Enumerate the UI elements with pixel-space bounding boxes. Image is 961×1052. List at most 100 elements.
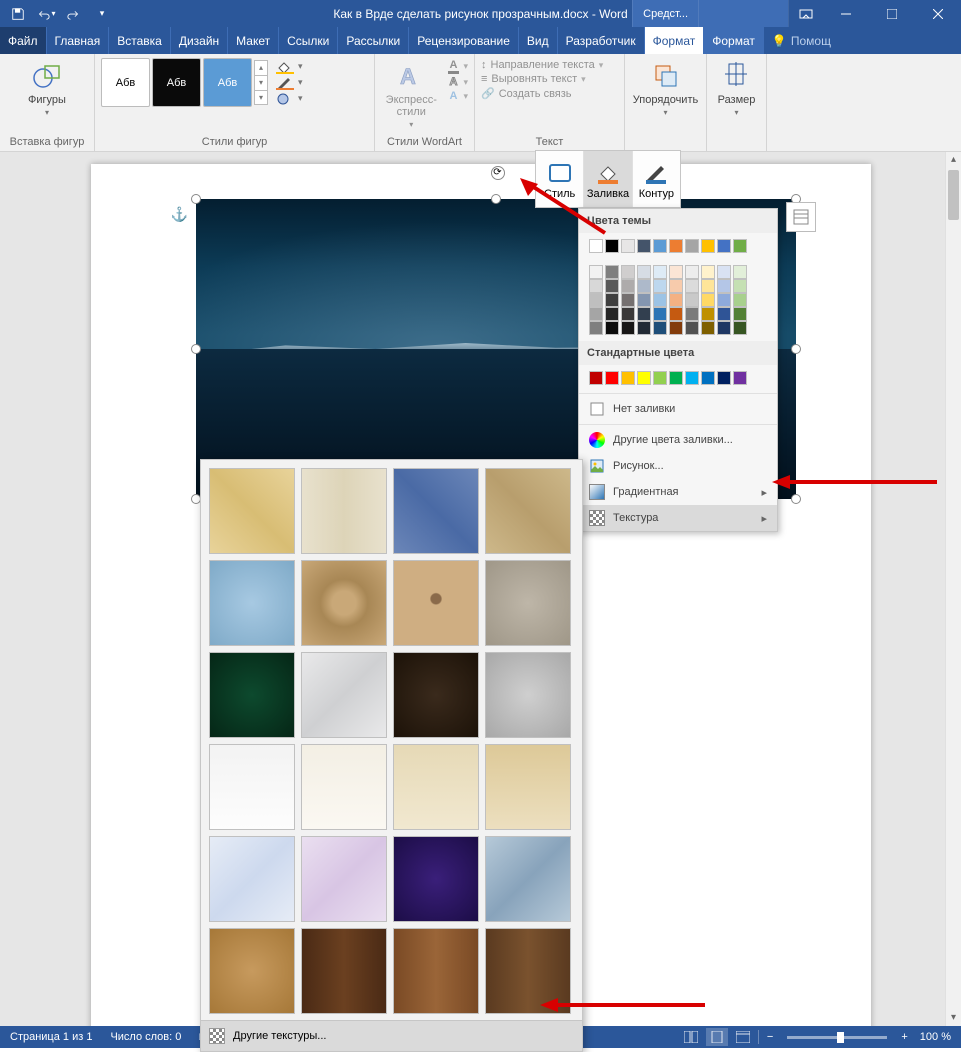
color-swatch[interactable]: [701, 321, 715, 335]
color-swatch[interactable]: [621, 371, 635, 385]
color-swatch[interactable]: [621, 265, 635, 279]
color-swatch[interactable]: [605, 321, 619, 335]
color-swatch[interactable]: [701, 279, 715, 293]
color-swatch[interactable]: [589, 307, 603, 321]
shape-style-2[interactable]: Абв: [152, 58, 201, 107]
color-swatch[interactable]: [637, 239, 651, 253]
color-swatch[interactable]: [653, 293, 667, 307]
mini-outline-button[interactable]: Контур: [633, 151, 680, 207]
tab-insert[interactable]: Вставка: [109, 27, 171, 54]
color-swatch[interactable]: [717, 307, 731, 321]
texture-swatch[interactable]: [485, 468, 571, 554]
text-effects-button[interactable]: A▾: [448, 89, 468, 103]
tab-layout[interactable]: Макет: [228, 27, 279, 54]
color-swatch[interactable]: [589, 265, 603, 279]
color-swatch[interactable]: [621, 279, 635, 293]
color-swatch[interactable]: [717, 279, 731, 293]
ribbon-display-options-icon[interactable]: [788, 0, 823, 27]
color-swatch[interactable]: [637, 307, 651, 321]
text-direction-button[interactable]: ↕Направление текста▾: [481, 58, 618, 72]
texture-swatch[interactable]: [485, 560, 571, 646]
text-fill-button[interactable]: A▾: [448, 58, 468, 75]
color-swatch[interactable]: [637, 371, 651, 385]
texture-swatch[interactable]: [485, 836, 571, 922]
shape-style-3[interactable]: Абв: [203, 58, 252, 107]
shape-effects-button[interactable]: ▾: [276, 91, 303, 107]
tab-format-shape[interactable]: Формат: [704, 27, 764, 54]
color-swatch[interactable]: [605, 279, 619, 293]
color-swatch[interactable]: [701, 265, 715, 279]
color-swatch[interactable]: [653, 265, 667, 279]
qat-customize-icon[interactable]: ▾: [88, 0, 116, 27]
texture-fill-row[interactable]: Текстура▸: [579, 505, 777, 531]
color-swatch[interactable]: [653, 371, 667, 385]
texture-swatch[interactable]: [301, 836, 387, 922]
texture-swatch[interactable]: [301, 560, 387, 646]
color-swatch[interactable]: [733, 371, 747, 385]
texture-swatch[interactable]: [301, 744, 387, 830]
texture-swatch[interactable]: [301, 928, 387, 1014]
texture-swatch[interactable]: [209, 744, 295, 830]
texture-swatch[interactable]: [301, 468, 387, 554]
no-fill-row[interactable]: Нет заливки: [579, 396, 777, 422]
texture-swatch[interactable]: [209, 928, 295, 1014]
color-swatch[interactable]: [653, 239, 667, 253]
tab-format-picture[interactable]: Формат: [645, 27, 705, 54]
align-text-button[interactable]: ≡Выровнять текст▾: [481, 72, 618, 86]
status-page[interactable]: Страница 1 из 1: [6, 1031, 96, 1043]
zoom-slider[interactable]: [787, 1036, 887, 1039]
color-swatch[interactable]: [733, 279, 747, 293]
color-swatch[interactable]: [669, 371, 683, 385]
color-swatch[interactable]: [605, 371, 619, 385]
shape-style-1[interactable]: Абв: [101, 58, 150, 107]
color-swatch[interactable]: [717, 321, 731, 335]
color-swatch[interactable]: [717, 371, 731, 385]
tab-references[interactable]: Ссылки: [279, 27, 338, 54]
color-swatch[interactable]: [621, 239, 635, 253]
texture-swatch[interactable]: [209, 836, 295, 922]
color-swatch[interactable]: [653, 279, 667, 293]
color-swatch[interactable]: [621, 293, 635, 307]
color-swatch[interactable]: [685, 279, 699, 293]
color-swatch[interactable]: [685, 371, 699, 385]
color-swatch[interactable]: [733, 293, 747, 307]
rotate-handle-icon[interactable]: ⟳: [491, 166, 505, 180]
layout-options-icon[interactable]: [786, 202, 816, 232]
color-swatch[interactable]: [685, 239, 699, 253]
style-gallery-scroll[interactable]: ▴▾▾: [254, 60, 268, 105]
zoom-out-button[interactable]: −: [763, 1031, 777, 1043]
color-swatch[interactable]: [717, 293, 731, 307]
color-swatch[interactable]: [669, 265, 683, 279]
size-button[interactable]: Размер▾: [713, 58, 760, 121]
texture-swatch[interactable]: [393, 652, 479, 738]
close-icon[interactable]: [915, 0, 961, 27]
texture-swatch[interactable]: [393, 744, 479, 830]
color-swatch[interactable]: [669, 239, 683, 253]
color-swatch[interactable]: [685, 265, 699, 279]
tab-review[interactable]: Рецензирование: [409, 27, 519, 54]
color-swatch[interactable]: [685, 293, 699, 307]
color-swatch[interactable]: [653, 307, 667, 321]
create-link-button[interactable]: 🔗Создать связь: [481, 86, 618, 101]
color-swatch[interactable]: [621, 321, 635, 335]
shape-outline-button[interactable]: ▾: [276, 75, 303, 91]
color-swatch[interactable]: [701, 239, 715, 253]
color-swatch[interactable]: [605, 293, 619, 307]
tab-design[interactable]: Дизайн: [171, 27, 228, 54]
shape-fill-button[interactable]: ▾: [276, 59, 303, 75]
save-icon[interactable]: [4, 0, 32, 27]
color-swatch[interactable]: [669, 321, 683, 335]
color-swatch[interactable]: [733, 265, 747, 279]
quick-styles-button[interactable]: A Экспресс-стили▾: [381, 58, 442, 133]
color-swatch[interactable]: [669, 279, 683, 293]
texture-swatch[interactable]: [209, 652, 295, 738]
picture-fill-row[interactable]: Рисунок...: [579, 453, 777, 479]
tell-me[interactable]: 💡Помощ: [764, 27, 839, 54]
texture-swatch[interactable]: [485, 744, 571, 830]
color-swatch[interactable]: [733, 307, 747, 321]
texture-swatch[interactable]: [393, 560, 479, 646]
texture-swatch[interactable]: [301, 652, 387, 738]
maximize-icon[interactable]: [869, 0, 915, 27]
vertical-scrollbar[interactable]: ▴▾: [945, 152, 961, 1026]
color-swatch[interactable]: [685, 321, 699, 335]
